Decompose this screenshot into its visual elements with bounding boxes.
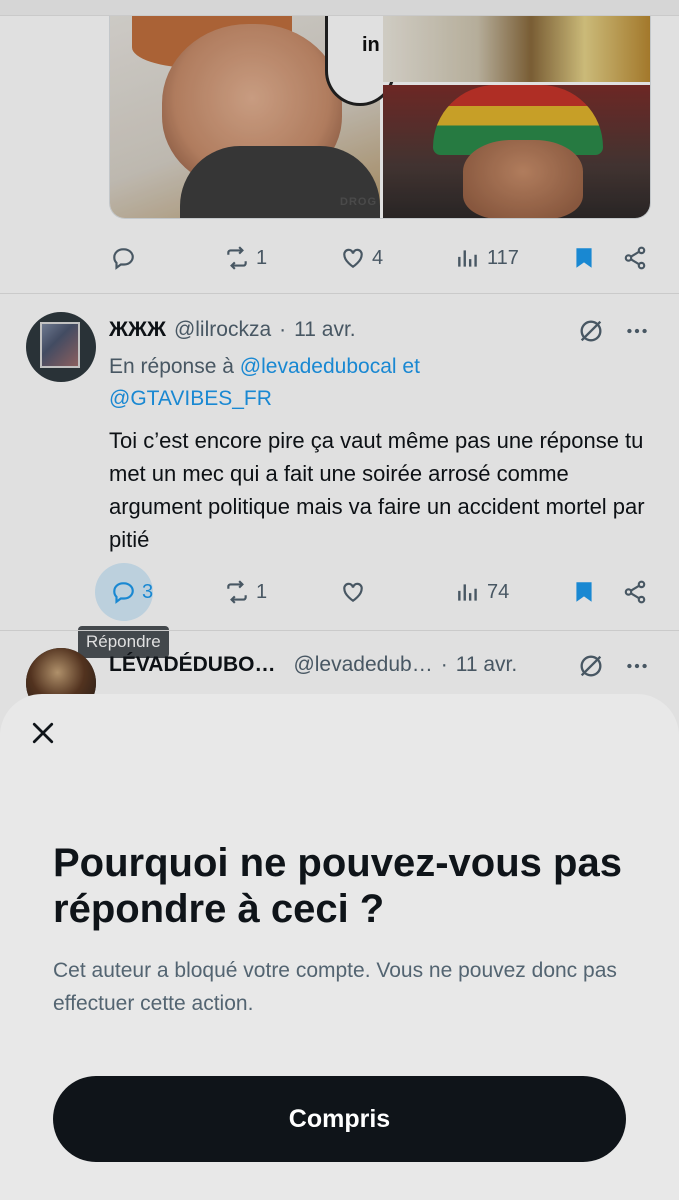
close-icon <box>32 722 54 744</box>
close-button[interactable] <box>28 718 58 748</box>
confirm-button[interactable]: Compris <box>53 1076 626 1162</box>
bottom-sheet: Pourquoi ne pouvez-vous pas répondre à c… <box>0 694 679 1200</box>
sheet-description: Cet auteur a bloqué votre compte. Vous n… <box>53 959 617 1015</box>
sheet-title: Pourquoi ne pouvez-vous pas répondre à c… <box>53 841 622 931</box>
